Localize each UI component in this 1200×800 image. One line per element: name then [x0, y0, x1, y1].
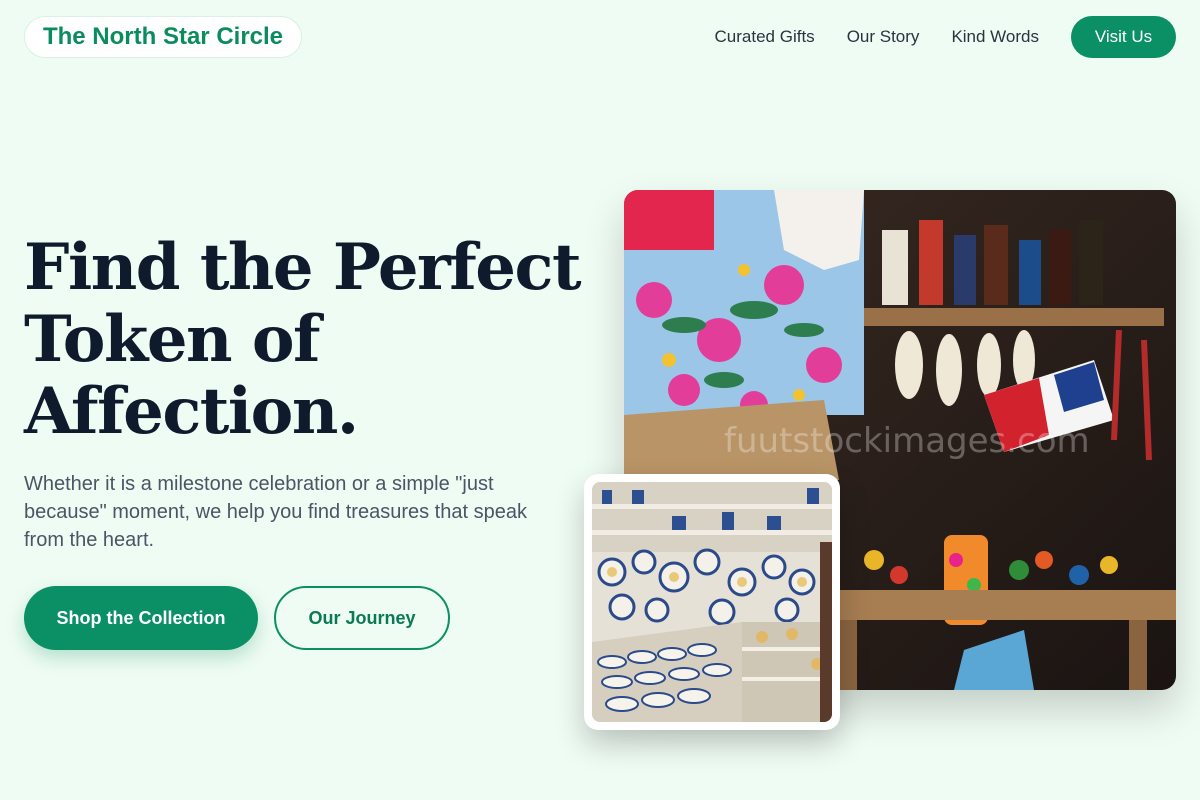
nav-link-our-story[interactable]: Our Story — [847, 27, 920, 47]
ceramics-shop-image-frame — [584, 474, 840, 730]
hero-title-line-3: Affection. — [24, 374, 359, 449]
hero-title-line-2: Token of — [24, 302, 321, 377]
site-header: The North Star Circle Curated Gifts Our … — [0, 0, 1200, 76]
ceramics-shop-image — [592, 482, 832, 722]
shop-collection-button[interactable]: Shop the Collection — [24, 586, 258, 650]
logo-link[interactable]: The North Star Circle — [24, 16, 302, 58]
hero-subtitle: Whether it is a milestone celebration or… — [24, 473, 527, 551]
hero-title-line-1: Find the Perfect — [24, 230, 582, 305]
nav-link-curated-gifts[interactable]: Curated Gifts — [715, 27, 815, 47]
hero-title: Find the Perfect Token of Affection. — [24, 232, 584, 448]
image-watermark: fuutstockimages.com — [724, 421, 1090, 461]
nav-link-kind-words[interactable]: Kind Words — [951, 27, 1039, 47]
main-nav: Curated Gifts Our Story Kind Words Visit… — [715, 16, 1176, 58]
our-journey-button[interactable]: Our Journey — [274, 586, 450, 650]
visit-us-button[interactable]: Visit Us — [1071, 16, 1176, 58]
